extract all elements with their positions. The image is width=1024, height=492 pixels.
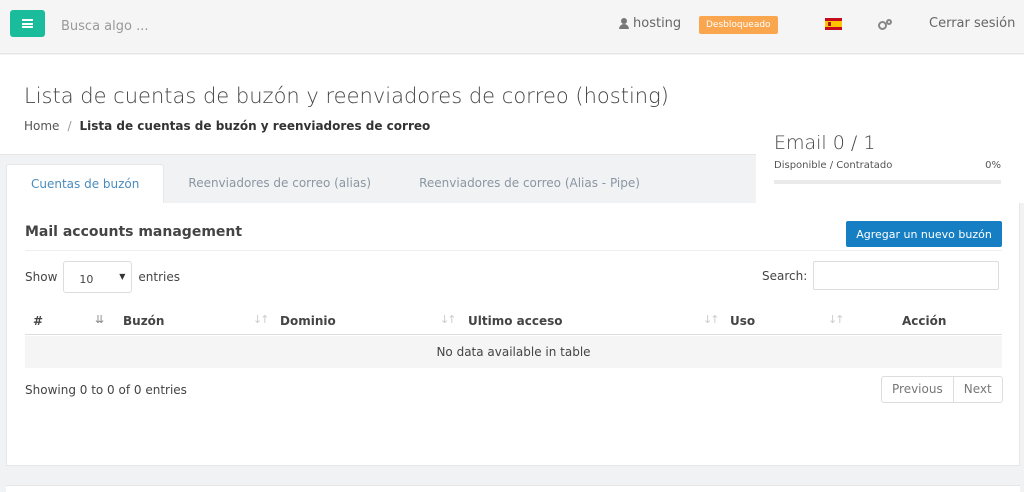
- gears-icon[interactable]: [878, 19, 892, 31]
- logout-link[interactable]: Cerrar sesión: [929, 16, 1015, 31]
- top-bar: hosting Desbloqueado Cerrar sesión: [0, 0, 1024, 54]
- tab-bar: Cuentas de buzón Reenviadores de correo …: [6, 164, 664, 204]
- next-panel-edge: [6, 485, 1020, 492]
- table-search-input[interactable]: [813, 261, 1000, 290]
- empty-table-row: No data available in table: [25, 336, 1002, 368]
- pagination: Previous Next: [881, 376, 1003, 403]
- table-header: # ⇊ Buzón ↓↑ Dominio ↓↑ Ultimo acceso ↓↑…: [25, 307, 1002, 335]
- caret-down-icon: ▼: [119, 272, 126, 281]
- column-number[interactable]: #: [33, 314, 43, 328]
- column-mailbox[interactable]: Buzón: [123, 314, 164, 328]
- breadcrumb-current: Lista de cuentas de buzón y reenviadores…: [79, 119, 431, 133]
- mail-accounts-panel: Mail accounts management Agregar un nuev…: [6, 203, 1020, 466]
- menu-toggle-button[interactable]: [10, 10, 45, 37]
- table-search: Search:: [762, 261, 1000, 290]
- search-input[interactable]: [54, 14, 254, 38]
- email-usage-progress: [774, 180, 1001, 184]
- email-usage-box: Email 0 / 1 Disponible / Contratado 0%: [756, 120, 1024, 203]
- tab-forwarders-pipe[interactable]: Reenviadores de correo (Alias - Pipe): [395, 164, 664, 203]
- column-last-access[interactable]: Ultimo acceso: [468, 314, 562, 328]
- email-usage-percent: 0%: [985, 160, 1001, 171]
- sort-asc-icon[interactable]: ⇊: [95, 313, 104, 326]
- username: hosting: [633, 16, 682, 31]
- hamburger-icon: [22, 19, 33, 28]
- breadcrumb-home[interactable]: Home: [24, 119, 59, 133]
- sort-icon[interactable]: ↓↑: [440, 313, 457, 326]
- status-badge: Desbloqueado: [699, 16, 778, 34]
- panel-divider: [25, 250, 1002, 251]
- sort-icon[interactable]: ↓↑: [703, 313, 720, 326]
- panel-title: Mail accounts management: [25, 224, 243, 240]
- sort-icon[interactable]: ↓↑: [828, 313, 845, 326]
- column-usage[interactable]: Uso: [730, 314, 755, 328]
- entries-label: entries: [138, 270, 180, 284]
- next-button[interactable]: Next: [952, 377, 1002, 402]
- email-usage-subtitle: Disponible / Contratado: [774, 160, 893, 171]
- add-mailbox-button[interactable]: Agregar un nuevo buzón: [846, 221, 1002, 247]
- tab-forwarders-alias[interactable]: Reenviadores de correo (alias): [164, 164, 395, 203]
- spain-flag-icon[interactable]: [825, 18, 842, 30]
- search-label: Search:: [762, 268, 808, 283]
- show-label: Show: [25, 270, 58, 284]
- tab-mailboxes[interactable]: Cuentas de buzón: [6, 164, 165, 204]
- previous-button[interactable]: Previous: [882, 377, 953, 402]
- user-icon: [619, 18, 629, 29]
- sort-icon[interactable]: ↓↑: [253, 313, 270, 326]
- page-title: Lista de cuentas de buzón y reenviadores…: [24, 84, 669, 108]
- table-info: Showing 0 to 0 of 0 entries: [25, 383, 187, 397]
- column-domain[interactable]: Dominio: [280, 314, 336, 328]
- column-action: Acción: [902, 314, 947, 328]
- user-menu[interactable]: hosting: [619, 16, 681, 31]
- page-size-select[interactable]: 10 ▼: [63, 261, 133, 293]
- breadcrumb: Home / Lista de cuentas de buzón y reenv…: [24, 119, 430, 133]
- page-size-control: Show 10 ▼ entries: [25, 261, 180, 293]
- page-size-value: 10: [79, 273, 94, 286]
- email-usage-title: Email 0 / 1: [774, 132, 876, 154]
- breadcrumb-separator: /: [67, 119, 72, 133]
